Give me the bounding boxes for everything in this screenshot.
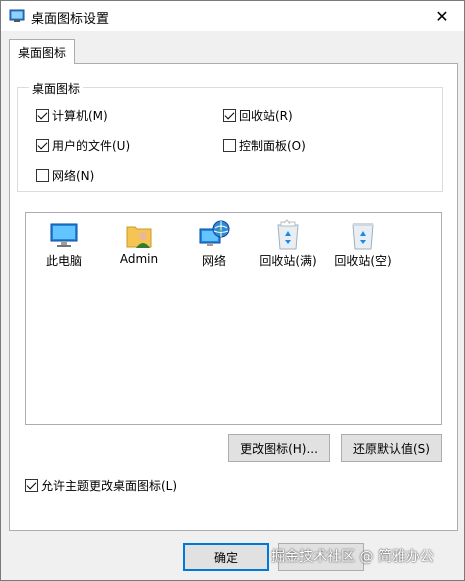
desktop-settings-app-icon <box>9 9 25 22</box>
watermark: 掘金技术社区 @ 简雅办公 <box>271 549 434 565</box>
icon-item-recycle-bin-empty[interactable]: 回收站(空) <box>327 213 399 279</box>
desktop-icon-list[interactable]: 此电脑 Admin 网络 回收站(满) 回收站(空) <box>25 212 442 425</box>
icon-label: Admin <box>119 252 159 266</box>
checkbox-box[interactable] <box>223 108 236 122</box>
checkbox-label: 允许主题更改桌面图标(L) <box>41 478 178 493</box>
tab-desktop-icons[interactable]: 桌面图标 <box>9 39 75 64</box>
icon-item-admin[interactable]: Admin <box>103 213 175 279</box>
checkbox-allow-theme[interactable]: 允许主题更改桌面图标(L) <box>25 477 177 493</box>
checkbox-box[interactable] <box>223 138 236 152</box>
title-bar: 桌面图标设置 ✕ <box>1 1 464 31</box>
change-icon-button[interactable]: 更改图标(H)... <box>228 434 330 462</box>
checkbox-label: 计算机(M) <box>52 108 108 123</box>
checkbox-recycle-bin[interactable]: 回收站(R) <box>223 107 293 123</box>
network-icon <box>199 220 230 246</box>
checkbox-box[interactable] <box>36 138 49 152</box>
user-folder-icon <box>126 226 152 248</box>
checkbox-network[interactable]: 网络(N) <box>36 167 94 183</box>
close-icon: ✕ <box>435 6 449 26</box>
icon-item-network[interactable]: 网络 <box>178 213 250 279</box>
icon-item-this-pc[interactable]: 此电脑 <box>28 213 100 279</box>
icon-label: 回收站(空) <box>334 254 392 268</box>
checkbox-box[interactable] <box>25 478 38 492</box>
checkbox-label: 用户的文件(U) <box>52 138 131 153</box>
ok-button[interactable]: 确定 <box>183 543 269 571</box>
checkbox-label: 控制面板(O) <box>239 138 306 153</box>
restore-default-button[interactable]: 还原默认值(S) <box>341 434 442 462</box>
icon-label: 回收站(满) <box>259 254 317 268</box>
icon-label: 网络 <box>201 254 226 268</box>
checkbox-user-files[interactable]: 用户的文件(U) <box>36 137 130 153</box>
close-button[interactable]: ✕ <box>420 1 464 31</box>
checkbox-control-panel[interactable]: 控制面板(O) <box>223 137 306 153</box>
checkbox-box[interactable] <box>36 108 49 122</box>
computer-icon <box>50 223 78 247</box>
desktop-icon-settings-window: 桌面图标设置 ✕ 桌面图标 桌面图标 计算机(M) 回收站(R) 用户的文件(U… <box>0 0 465 581</box>
icon-label: 此电脑 <box>45 254 82 268</box>
window-title: 桌面图标设置 <box>31 12 110 27</box>
recycle-bin-empty-icon <box>352 223 374 250</box>
checkbox-label: 回收站(R) <box>239 108 293 123</box>
recycle-bin-full-icon <box>277 219 299 250</box>
checkbox-computer[interactable]: 计算机(M) <box>36 107 108 123</box>
checkbox-box[interactable] <box>36 168 49 182</box>
checkbox-label: 网络(N) <box>52 168 95 183</box>
icon-item-recycle-bin-full[interactable]: 回收站(满) <box>252 213 324 279</box>
groupbox-title: 桌面图标 <box>29 80 84 97</box>
